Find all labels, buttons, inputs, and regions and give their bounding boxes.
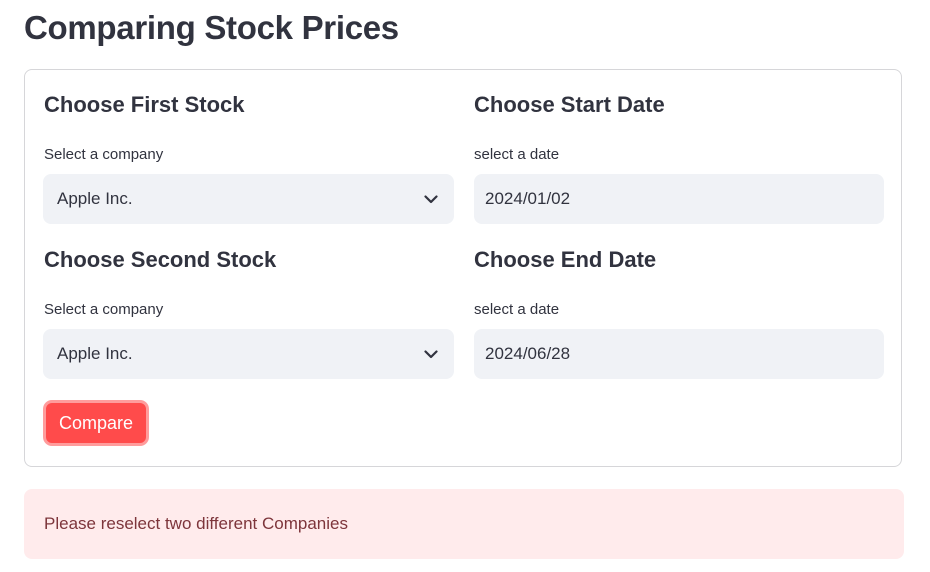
second-stock-label: Select a company xyxy=(44,301,164,318)
stock-comparison-form: Choose First Stock Select a company Appl… xyxy=(24,69,902,467)
start-date-heading: Choose Start Date xyxy=(474,92,665,117)
end-date-label: select a date xyxy=(474,301,560,318)
second-stock-value: Apple Inc. xyxy=(57,344,133,363)
end-date-value: 2024/06/28 xyxy=(485,344,571,363)
start-date-input[interactable]: 2024/01/02 xyxy=(474,174,884,224)
error-alert: Please reselect two different Companies xyxy=(24,489,904,559)
first-stock-select[interactable]: Apple Inc. xyxy=(43,174,454,224)
first-stock-value: Apple Inc. xyxy=(57,189,133,208)
first-stock-heading: Choose First Stock xyxy=(44,92,245,117)
end-date-heading: Choose End Date xyxy=(474,247,657,272)
chevron-down-icon xyxy=(422,190,440,208)
page-title: Comparing Stock Prices xyxy=(24,9,399,46)
start-date-value: 2024/01/02 xyxy=(485,189,571,208)
alert-message: Please reselect two different Companies xyxy=(44,514,348,533)
compare-button[interactable]: Compare xyxy=(43,400,149,446)
second-stock-select[interactable]: Apple Inc. xyxy=(43,329,454,379)
second-stock-heading: Choose Second Stock xyxy=(44,247,277,272)
start-date-label: select a date xyxy=(474,146,560,163)
chevron-down-icon xyxy=(422,345,440,363)
first-stock-label: Select a company xyxy=(44,146,164,163)
end-date-input[interactable]: 2024/06/28 xyxy=(474,329,884,379)
